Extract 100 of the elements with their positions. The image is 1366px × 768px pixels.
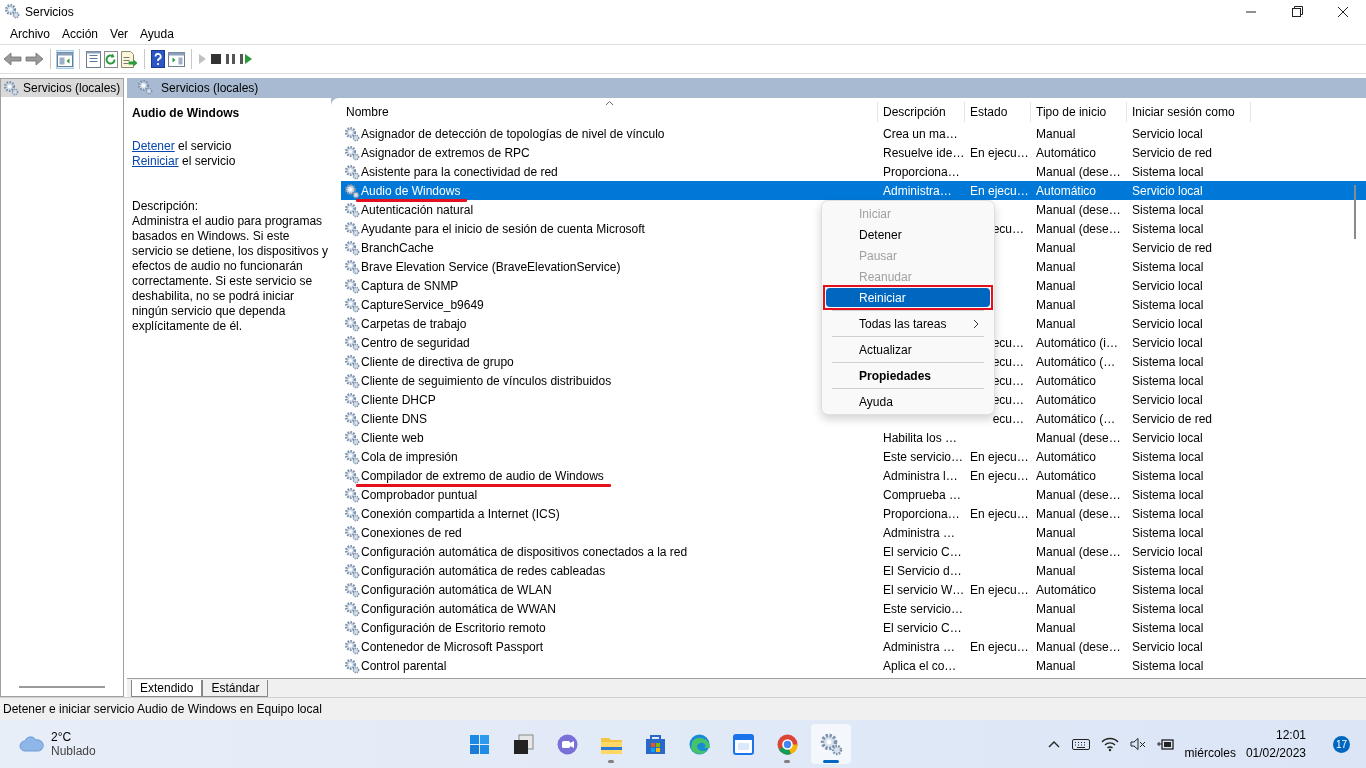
service-name[interactable]: Brave Elevation Service (BraveElevationService) (361, 259, 621, 274)
window-pane-icon (57, 51, 73, 67)
day-text: miércoles (1184, 745, 1236, 762)
service-name[interactable]: Conexiones de red (361, 525, 462, 540)
table-cell: Sistema local (1132, 506, 1204, 521)
action-link[interactable]: Reiniciar (132, 154, 179, 168)
table-cell: Manual (dese… (1036, 164, 1121, 179)
view-tab[interactable]: Estándar (202, 680, 269, 697)
service-icon (344, 315, 360, 332)
service-name[interactable]: Autenticación natural (361, 202, 474, 217)
refresh-button[interactable] (103, 48, 119, 70)
service-name[interactable]: Compilador de extremo de audio de Windows (361, 468, 604, 483)
calendar-button[interactable] (730, 731, 756, 757)
service-name[interactable]: Cliente DNS (361, 411, 428, 426)
service-name[interactable]: Cliente DHCP (361, 392, 436, 407)
table-cell: Manual (dese… (1036, 430, 1121, 445)
clock[interactable]: 12:01 miércoles 01/02/2023 (1184, 726, 1306, 762)
service-name[interactable]: Comprobador puntual (361, 487, 478, 502)
service-name[interactable]: Cliente de directiva de grupo (361, 354, 514, 369)
volume-muted-icon[interactable] (1128, 736, 1147, 752)
properties-button[interactable] (85, 48, 102, 70)
service-name[interactable]: Asistente para la conectividad de red (361, 164, 558, 179)
service-icon (344, 600, 360, 617)
service-name[interactable]: Asignador de detección de topologías de nivel de vínculo (361, 126, 665, 141)
service-name[interactable]: Configuración de Escritorio remoto (361, 620, 546, 635)
table-cell: Servicio local (1132, 392, 1203, 407)
table-cell: Proporciona… (883, 164, 960, 179)
service-name[interactable]: Contenedor de Microsoft Passport (361, 639, 544, 654)
menu-item[interactable]: Propiedades (826, 366, 990, 385)
table-cell: Manual (1036, 525, 1076, 540)
forward-arrow-button[interactable] (24, 50, 45, 68)
action-pane-button[interactable] (167, 49, 186, 69)
table-cell: Sistema local (1132, 658, 1204, 673)
service-icon (344, 505, 360, 522)
service-name[interactable]: Configuración automática de WWAN (361, 601, 556, 616)
service-name[interactable]: Captura de SNMP (361, 278, 459, 293)
service-name[interactable]: Carpetas de trabajo (361, 316, 467, 331)
service-icon (344, 486, 360, 503)
back-arrow-button[interactable] (2, 50, 23, 68)
pane-title: Servicios (locales) (161, 81, 259, 95)
notification-badge[interactable]: 17 (1333, 735, 1350, 753)
service-name[interactable]: Cliente web (361, 430, 424, 445)
column-header[interactable]: Tipo de inicio (1031, 102, 1127, 122)
cloud-icon (19, 735, 45, 753)
table-cell: Sistema local (1132, 620, 1204, 635)
menu-item[interactable]: Detener (826, 225, 990, 244)
service-icon (344, 543, 360, 560)
column-header[interactable]: Descripción (878, 102, 965, 122)
service-name[interactable]: Centro de seguridad (361, 335, 470, 350)
menu-item[interactable]: Todas las tareas (826, 314, 990, 333)
service-name[interactable]: Audio de Windows (361, 183, 461, 198)
table-cell: Este servicio… (883, 601, 964, 616)
service-name[interactable]: Cola de impresión (361, 449, 458, 464)
table-cell: Automático (1036, 582, 1097, 597)
scrollbar-thumb[interactable] (19, 686, 105, 688)
service-name[interactable]: Asignador de extremos de RPC (361, 145, 530, 160)
menu-item[interactable]: Archivo (4, 25, 56, 43)
export-icon (121, 50, 138, 68)
table-cell: En ejecu… (970, 145, 1029, 160)
service-name[interactable]: BranchCache (361, 240, 434, 255)
column-header[interactable]: Estado (965, 102, 1031, 122)
service-name[interactable]: Cliente de seguimiento de vínculos distribuidos (361, 373, 612, 388)
help-button[interactable] (150, 48, 166, 70)
stop-button[interactable] (209, 51, 223, 67)
column-header[interactable]: Iniciar sesión como (1127, 102, 1251, 122)
service-name[interactable]: Configuración automática de redes cableadas (361, 563, 606, 578)
scrollbar-thumb[interactable] (1354, 185, 1356, 239)
services-button[interactable] (818, 731, 844, 757)
selected-row[interactable]: Audio de Windows Administra… En ejecu… Automático Servicio local (341, 181, 1366, 200)
table-cell: Administra … (883, 525, 956, 540)
window-pane-button[interactable] (56, 49, 74, 69)
table-cell: En ejecu… (970, 639, 1029, 654)
pause-button[interactable] (224, 51, 237, 67)
tree-item[interactable]: Servicios (locales) (1, 79, 123, 97)
view-tab[interactable]: Extendido (131, 680, 203, 697)
table-cell: En ejecu… (970, 449, 1029, 464)
menu-item[interactable]: Ayuda (826, 392, 990, 411)
export-button[interactable] (120, 48, 139, 70)
action-link[interactable]: Detener (132, 139, 175, 153)
service-name[interactable]: Configuración automática de dispositivos conectados a la red (361, 544, 688, 559)
service-name[interactable]: Control parental (361, 658, 447, 673)
service-name[interactable]: Ayudante para el inicio de sesión de cuenta Microsoft (361, 221, 645, 236)
service-name[interactable]: Configuración automática de WLAN (361, 582, 552, 597)
battery-plug-icon[interactable] (1155, 736, 1176, 752)
service-name[interactable]: Conexión compartida a Internet (ICS) (361, 506, 560, 521)
keyboard-icon[interactable] (1070, 736, 1091, 752)
table-cell: En ejecu… (970, 468, 1029, 483)
restart-button[interactable] (238, 51, 254, 67)
column-header[interactable]: Nombre (341, 102, 878, 122)
service-icon (344, 182, 360, 199)
table-cell: Sistema local (1132, 525, 1204, 540)
menu-item[interactable]: Reiniciar (826, 288, 990, 307)
menu-item[interactable]: Ver (104, 25, 135, 43)
menu-item[interactable]: Actualizar (826, 340, 990, 359)
wifi-icon[interactable] (1099, 736, 1120, 752)
table-cell: El servicio C… (883, 544, 962, 559)
menu-item[interactable]: Ayuda (134, 25, 180, 43)
action-pane-icon (168, 51, 185, 67)
service-name[interactable]: CaptureService_b9649 (361, 297, 484, 312)
menu-item[interactable]: Acción (56, 25, 105, 43)
